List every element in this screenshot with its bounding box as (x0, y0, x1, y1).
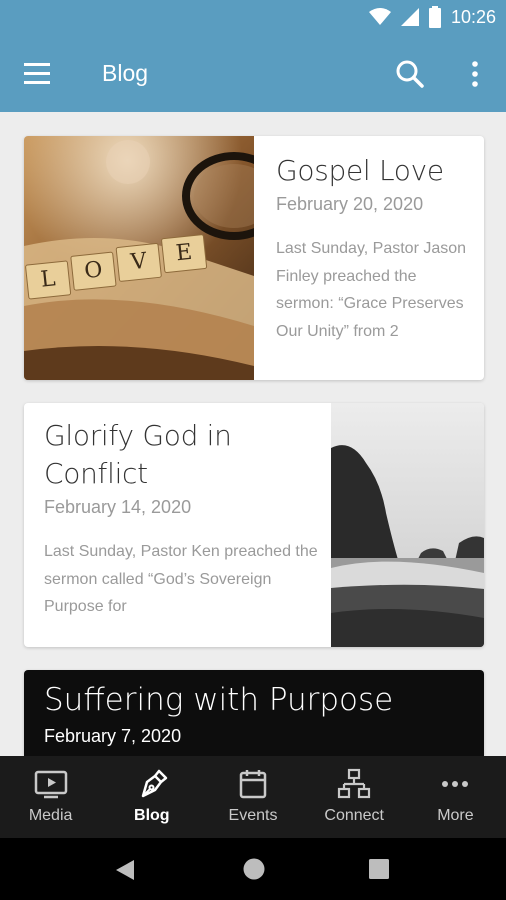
bottom-navigation: Media Blog Events Connect More (0, 756, 506, 838)
blog-list: L O V E Gospel Love February 20, 2020 La… (0, 112, 506, 756)
post-title: Suffering with Purpose (44, 682, 394, 718)
system-navigation-bar (0, 838, 506, 900)
nav-label: Media (28, 807, 73, 824)
wifi-icon (368, 8, 391, 25)
nav-label: Connect (324, 807, 384, 824)
battery-icon (428, 6, 441, 28)
network-icon (338, 768, 371, 799)
post-excerpt: Last Sunday, Pastor Ken preached the ser… (44, 543, 318, 615)
svg-text:O: O (83, 257, 104, 284)
nav-item-events[interactable]: Events (202, 756, 303, 838)
post-date: February 14, 2020 (44, 497, 192, 517)
nav-item-media[interactable]: Media (0, 756, 101, 838)
cellular-signal-icon (400, 8, 419, 26)
blog-post-card[interactable]: L O V E Gospel Love February 20, 2020 La… (24, 136, 484, 380)
status-bar: 10:26 (0, 0, 506, 36)
recent-apps-icon[interactable] (368, 858, 390, 880)
svg-text:E: E (175, 240, 194, 267)
post-thumbnail-coast (331, 403, 484, 647)
nav-label: Blog (134, 807, 170, 824)
blog-post-card[interactable]: Suffering with Purpose February 7, 2020 (24, 670, 484, 756)
post-title: Glorify God in Conflict (44, 419, 232, 490)
pen-nib-icon (141, 769, 168, 798)
nav-label: Events (228, 807, 278, 824)
svg-text:L: L (39, 266, 57, 292)
app-bar: Blog (0, 36, 506, 112)
nav-item-connect[interactable]: Connect (304, 756, 405, 838)
tv-play-icon (34, 770, 67, 799)
menu-icon[interactable] (22, 60, 54, 88)
back-icon[interactable] (114, 858, 136, 882)
nav-item-more[interactable]: More (405, 756, 506, 838)
nav-item-blog[interactable]: Blog (101, 756, 202, 838)
blog-post-card[interactable]: Glorify God in Conflict February 14, 202… (24, 403, 484, 647)
status-time: 10:26 (450, 6, 496, 27)
page-title: Blog (102, 60, 149, 86)
post-date: February 20, 2020 (276, 194, 424, 214)
post-title: Gospel Love (276, 154, 444, 187)
more-horizontal-icon (442, 781, 469, 787)
search-icon[interactable] (394, 58, 426, 90)
post-date: February 7, 2020 (44, 726, 182, 746)
overflow-menu-icon[interactable] (462, 58, 486, 90)
nav-label: More (437, 807, 474, 824)
post-excerpt: Last Sunday, Pastor Jason Finley preache… (276, 240, 467, 340)
calendar-icon (239, 770, 267, 799)
home-icon[interactable] (242, 857, 266, 881)
post-thumbnail-bible-love: L O V E (24, 136, 254, 380)
